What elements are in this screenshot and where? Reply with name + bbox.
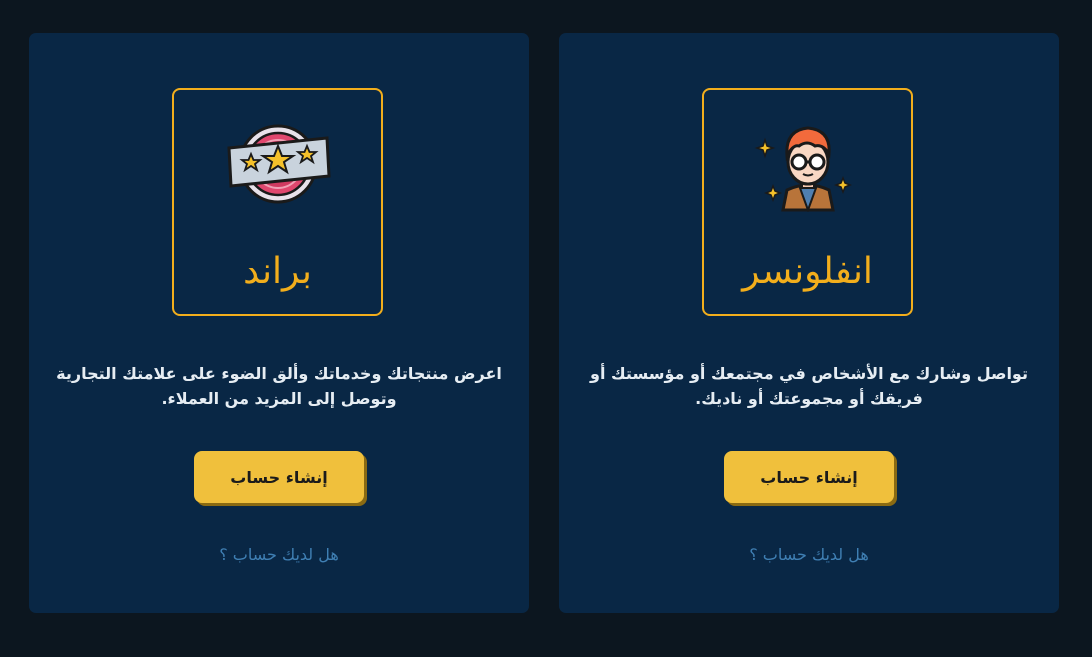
influencer-login-link[interactable]: هل لديك حساب ؟ xyxy=(559,545,1059,564)
brand-login-link[interactable]: هل لديك حساب ؟ xyxy=(29,545,529,564)
influencer-card: انفلونسر تواصل وشارك مع الأشخاص في مجتمع… xyxy=(559,33,1059,613)
influencer-description: تواصل وشارك مع الأشخاص في مجتمعك أو مؤسس… xyxy=(590,364,1028,408)
influencer-option-box[interactable]: انفلونسر xyxy=(702,88,913,316)
brand-card: براند اعرض منتجاتك وخدماتك وألق الضوء عل… xyxy=(29,33,529,613)
influencer-title: انفلونسر xyxy=(742,251,873,292)
brand-title: براند xyxy=(243,251,312,292)
influencer-create-account-button[interactable]: إنشاء حساب xyxy=(724,451,894,503)
influencer-avatar-icon xyxy=(753,116,863,212)
rating-badge-icon xyxy=(223,116,333,212)
signup-type-page: براند اعرض منتجاتك وخدماتك وألق الضوء عل… xyxy=(0,0,1092,657)
brand-create-account-button[interactable]: إنشاء حساب xyxy=(194,451,364,503)
brand-description: اعرض منتجاتك وخدماتك وألق الضوء على علام… xyxy=(56,364,502,408)
brand-option-box[interactable]: براند xyxy=(172,88,383,316)
